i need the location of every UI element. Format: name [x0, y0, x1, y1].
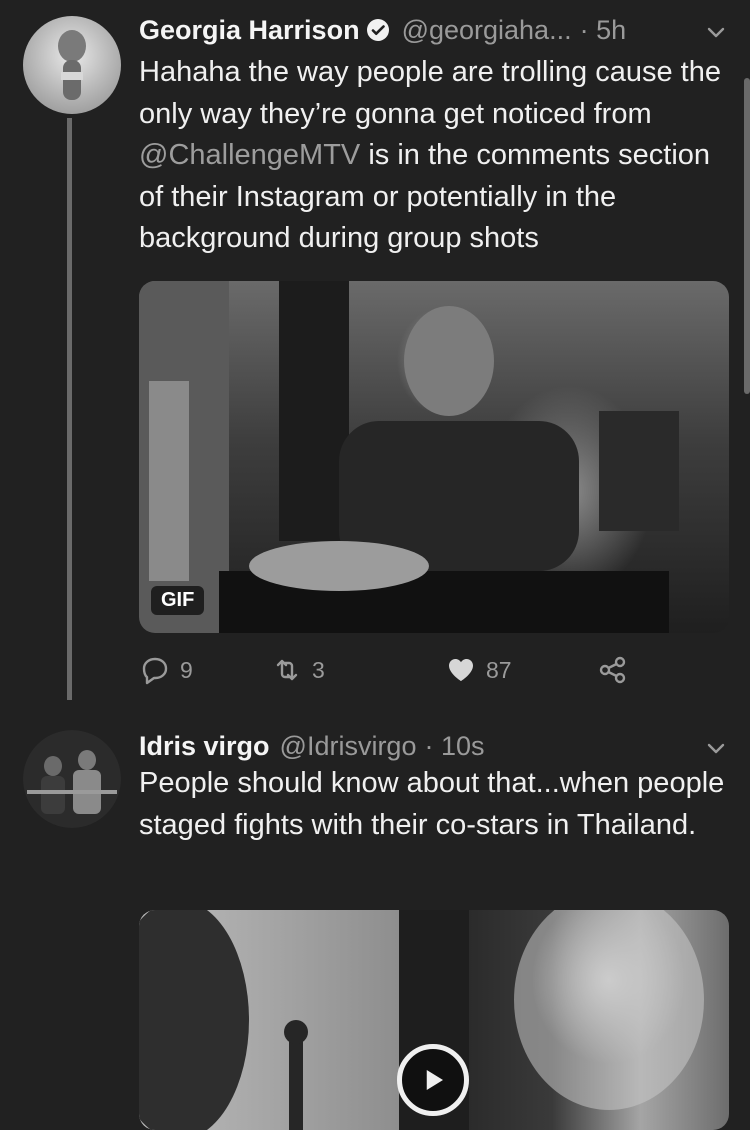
verified-badge-icon — [366, 18, 390, 42]
share-button[interactable] — [597, 650, 638, 690]
handle[interactable]: @georgiaha... — [402, 15, 572, 46]
avatar-photo — [58, 30, 86, 100]
video-media[interactable] — [139, 910, 729, 1130]
tweet-header: Idris virgo @Idrisvirgo · 10s — [139, 726, 690, 766]
chevron-down-icon[interactable] — [704, 20, 728, 44]
thread-line — [67, 118, 72, 700]
play-button[interactable] — [397, 1044, 469, 1116]
tweet-header: Georgia Harrison @georgiaha... · 5h — [139, 10, 690, 50]
handle[interactable]: @Idrisvirgo — [280, 731, 417, 762]
gif-frame — [139, 281, 679, 633]
display-name[interactable]: Georgia Harrison — [139, 15, 360, 46]
gif-badge: GIF — [151, 586, 205, 615]
retweet-count: 3 — [312, 656, 325, 683]
avatar[interactable] — [23, 730, 121, 828]
avatar-photo — [23, 730, 121, 828]
play-icon — [426, 1070, 443, 1090]
action-bar: 9 3 87 — [139, 650, 639, 690]
heart-icon — [449, 659, 473, 681]
like-count: 87 — [486, 656, 512, 683]
reply-icon — [142, 657, 168, 685]
retweet-icon — [276, 659, 298, 681]
tweet-text: People should know about that...when peo… — [139, 767, 725, 841]
gif-media[interactable]: GIF — [139, 281, 729, 633]
display-name[interactable]: Idris virgo — [139, 731, 270, 762]
chevron-down-icon[interactable] — [704, 736, 728, 760]
tweet[interactable]: Georgia Harrison @georgiaha... · 5h Haha… — [0, 0, 750, 720]
mention-link[interactable]: @ChallengeMTV — [139, 139, 360, 171]
scrollbar[interactable] — [744, 78, 750, 394]
reply-count: 9 — [180, 656, 193, 683]
retweet-button[interactable]: 3 — [271, 650, 325, 690]
tweet-text-part: Hahaha the way people are trolling cause… — [139, 56, 721, 130]
tweet[interactable]: Idris virgo @Idrisvirgo · 10s People sho… — [0, 720, 750, 1130]
timestamp: · 5h — [579, 14, 627, 45]
reply-button[interactable]: 9 — [139, 650, 193, 690]
timestamp: · 10s — [424, 730, 485, 761]
like-button[interactable]: 87 — [445, 650, 512, 690]
tweet-text: Hahaha the way people are trolling cause… — [139, 52, 728, 260]
avatar[interactable] — [23, 16, 121, 114]
share-icon — [599, 656, 626, 684]
